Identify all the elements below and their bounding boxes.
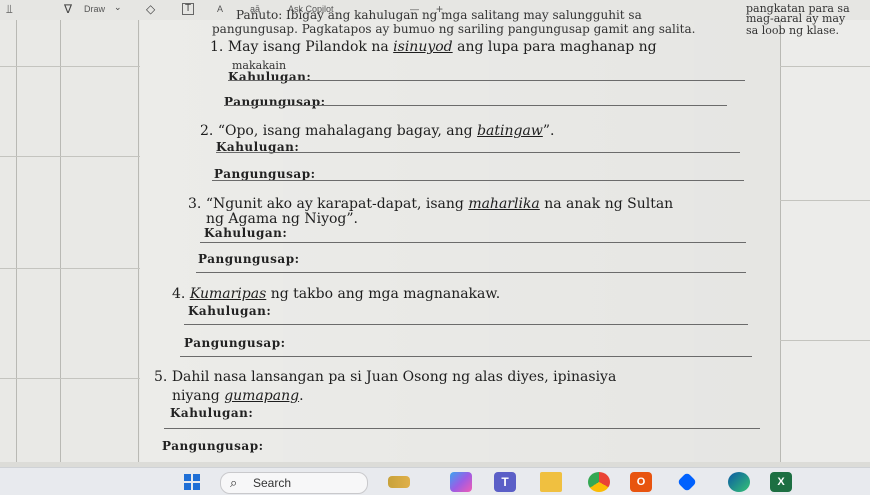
question-3-continuation: ng Agama ng Niyog”. [206,211,358,227]
underlined-word: batingaw [477,123,543,139]
pangungusap-label: Pangungusap: [214,167,316,181]
grid-line [780,340,870,341]
kahulugan-label: Kahulugan: [228,70,312,84]
grid-line [0,268,140,269]
answer-line [216,152,740,153]
file-explorer-icon[interactable] [540,472,562,492]
pangungusap-label: Pangungusap: [198,252,300,266]
grid-line [60,20,61,462]
underlined-word: isinuyod [393,39,453,55]
pangungusap-label: Pangungusap: [162,439,264,453]
widgets-icon[interactable] [388,476,410,488]
underlined-word: Kumaripas [189,286,267,302]
answer-line [184,324,748,325]
search-label: Search [253,476,292,490]
instruction-line-2: pangungusap. Pagkatapos ay bumuo ng sari… [212,22,696,36]
question-3: 3. “Ngunit ako ay karapat-dapat, isang m… [188,196,674,212]
answer-line [164,428,760,429]
text-box-icon[interactable]: T [182,3,194,15]
side-note-line-3: sa loob ng klase. [746,24,840,37]
highlighter-icon[interactable]: ⫫ [6,2,13,17]
copilot-icon[interactable] [450,472,472,492]
grid-line [0,378,140,379]
question-5: 5. Dahil nasa lansangan pa si Juan Osong… [154,369,617,385]
answer-line [224,105,727,106]
answer-line [196,272,746,273]
pangungusap-label: Pangungusap: [184,336,286,350]
question-4: 4. Kumaripas ng takbo ang mga magnanakaw… [172,286,501,302]
eraser-icon[interactable]: ◇ [146,2,155,16]
grid-line [16,20,17,462]
side-panel [780,0,870,462]
font-size-button[interactable]: A [217,4,223,14]
draw-icon[interactable]: ∇ [64,2,72,16]
grid-line [0,156,140,157]
answer-line [180,356,752,357]
answer-line [200,242,746,243]
teams-icon[interactable]: T [494,472,516,492]
taskbar-search-box[interactable]: ⌕ Search [220,472,368,494]
underlined-word: gumapang [224,388,300,404]
grid-line [780,0,781,462]
question-5-continuation: niyang gumapang. [172,388,304,404]
kahulugan-label: Kahulugan: [204,226,288,240]
grid-line [780,66,870,67]
underlined-word: maharlika [468,196,540,212]
question-2: 2. “Opo, isang mahalagang bagay, ang bat… [200,123,555,139]
draw-button[interactable]: Draw [84,4,105,14]
excel-icon[interactable]: X [770,472,792,492]
chrome-icon[interactable] [588,472,610,492]
left-margin [0,20,140,462]
kahulugan-label: Kahulugan: [170,406,254,420]
answer-line [228,80,745,81]
office-icon[interactable]: O [630,472,652,492]
grid-line [780,200,870,201]
answer-line [212,180,744,181]
chevron-down-icon[interactable]: ⌄ [114,2,122,13]
grid-line [138,20,139,462]
edge-icon[interactable] [728,472,750,492]
search-icon: ⌕ [230,475,238,490]
grid-line [0,66,140,67]
question-1: 1. May isang Pilandok na isinuyod ang lu… [210,39,657,55]
instruction-line-1: Panuto: Ibigay ang kahulugan ng mga sali… [236,8,642,22]
kahulugan-label: Kahulugan: [188,304,272,318]
pangungusap-label: Pangungusap: [224,95,326,109]
windows-start-icon[interactable] [184,474,200,490]
